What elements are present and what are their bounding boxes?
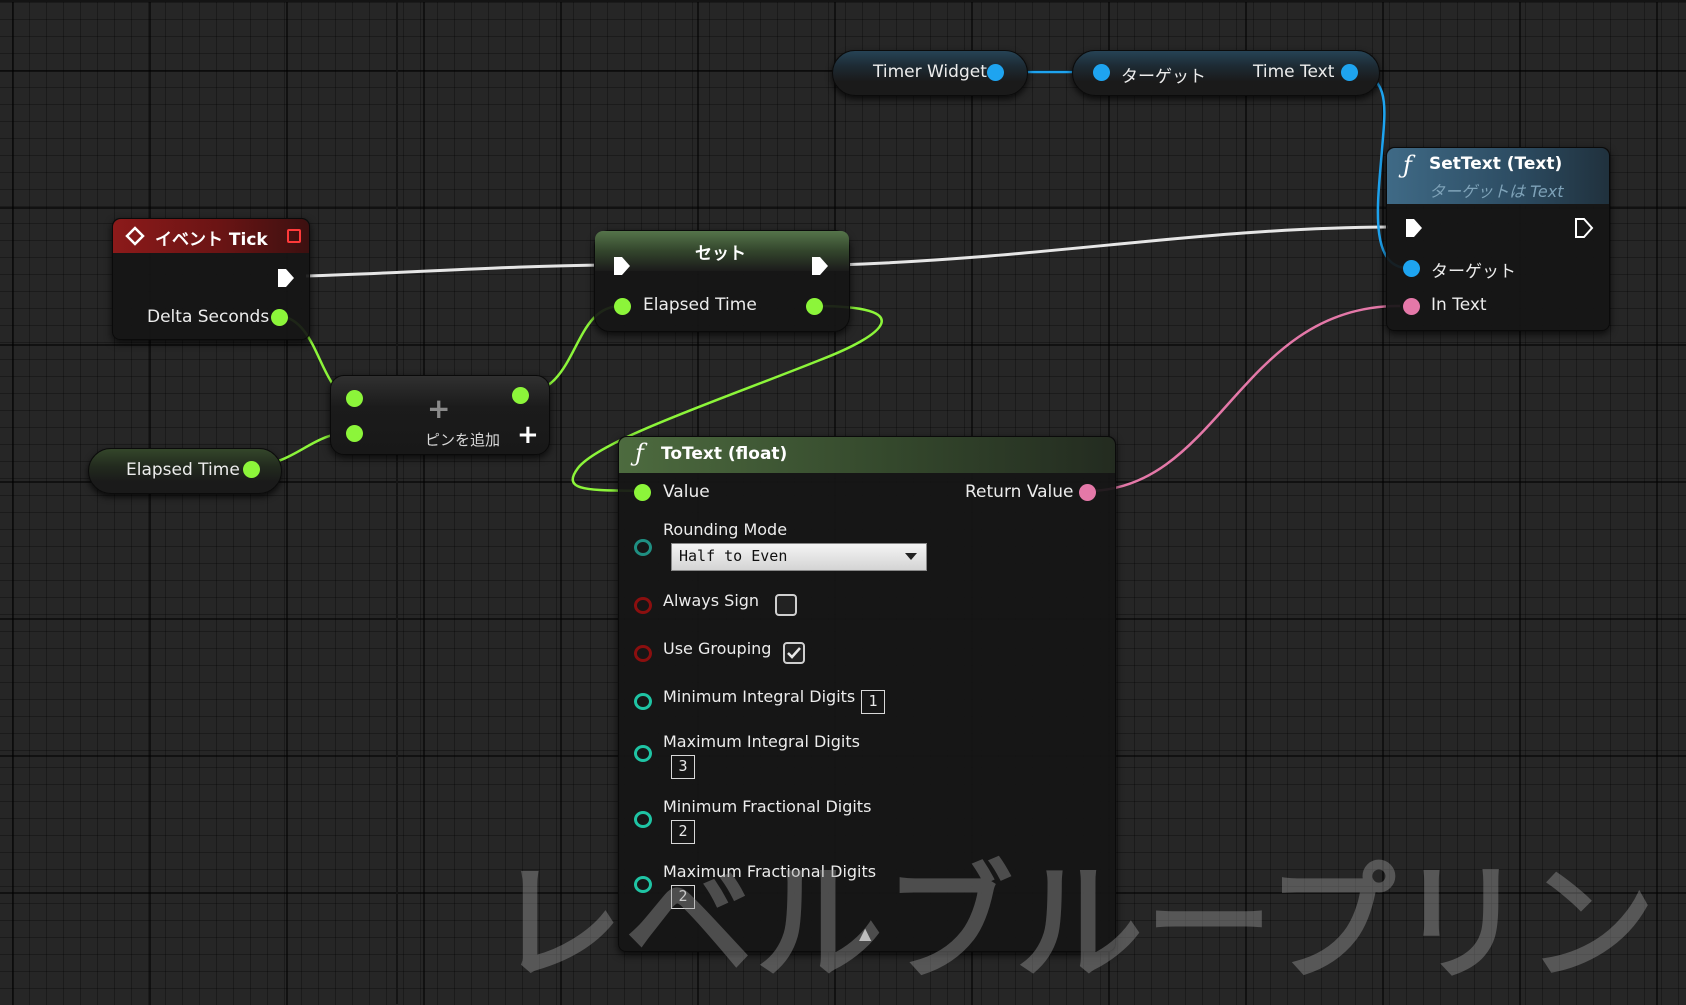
elapsed-time-getter-node[interactable]: Elapsed Time bbox=[88, 448, 282, 494]
time-text-output-label: Time Text bbox=[1253, 62, 1335, 82]
min-fractional-digits-pin[interactable] bbox=[634, 811, 652, 828]
rounding-mode-label: Rounding Mode bbox=[663, 520, 788, 539]
function-icon: ƒ bbox=[1403, 151, 1412, 179]
to-text-float-node[interactable]: ƒ ToText (float) Value Return Value Roun… bbox=[618, 436, 1116, 952]
set-text-node[interactable]: ƒ SetText (Text) ターゲットは Text ターゲット In Te… bbox=[1386, 147, 1610, 331]
set-elapsed-time-node[interactable]: セット Elapsed Time bbox=[594, 230, 850, 332]
add-input-a-pin[interactable] bbox=[346, 390, 363, 407]
time-text-target-pin[interactable] bbox=[1093, 64, 1110, 81]
rounding-mode-value: Half to Even bbox=[679, 547, 788, 565]
time-text-target-label: ターゲット bbox=[1121, 67, 1206, 87]
timer-widget-out-pin[interactable] bbox=[987, 64, 1004, 81]
add-operator-icon: + bbox=[427, 392, 451, 425]
add-output-pin[interactable] bbox=[512, 387, 529, 404]
max-fractional-digits-input[interactable]: 2 bbox=[671, 885, 695, 909]
always-sign-label: Always Sign bbox=[663, 591, 760, 610]
set-elapsed-time-label: Elapsed Time bbox=[643, 295, 757, 315]
time-text-out-pin[interactable] bbox=[1341, 64, 1358, 81]
rounding-mode-pin[interactable] bbox=[634, 539, 652, 556]
set-text-in-text-pin[interactable] bbox=[1403, 298, 1420, 315]
min-fractional-digits-label: Minimum Fractional Digits bbox=[663, 797, 872, 816]
collapse-arrow-icon[interactable]: ▲ bbox=[859, 924, 871, 943]
add-input-b-pin[interactable] bbox=[346, 425, 363, 442]
min-integral-digits-pin[interactable] bbox=[634, 693, 652, 710]
max-fractional-digits-label: Maximum Fractional Digits bbox=[663, 862, 877, 881]
delta-seconds-label: Delta Seconds bbox=[147, 307, 270, 327]
timer-widget-label: Timer Widget bbox=[873, 62, 987, 82]
set-exec-out-pin[interactable] bbox=[809, 255, 831, 277]
use-grouping-label: Use Grouping bbox=[663, 639, 772, 658]
event-tick-node[interactable]: イベント Tick Delta Seconds bbox=[112, 218, 310, 340]
chevron-down-icon bbox=[905, 553, 917, 560]
to-text-value-pin[interactable] bbox=[634, 484, 651, 501]
exec-wire-set-to-settext bbox=[835, 225, 1389, 267]
rounding-mode-dropdown[interactable]: Half to Even bbox=[671, 543, 927, 571]
set-node-title: セット bbox=[695, 244, 746, 264]
text-wire-return-to-intext bbox=[1086, 304, 1401, 493]
max-integral-digits-pin[interactable] bbox=[634, 745, 652, 762]
event-diamond-icon bbox=[125, 226, 145, 246]
set-text-target-label: ターゲット bbox=[1431, 262, 1516, 282]
timer-widget-getter-node[interactable]: Timer Widget bbox=[832, 50, 1028, 96]
check-icon bbox=[787, 647, 801, 659]
to-text-value-label: Value bbox=[663, 482, 710, 502]
set-elapsed-time-in-pin[interactable] bbox=[614, 298, 631, 315]
min-fractional-digits-input[interactable]: 2 bbox=[671, 820, 695, 844]
set-text-title: SetText (Text) bbox=[1429, 154, 1563, 174]
max-fractional-digits-pin[interactable] bbox=[634, 876, 652, 893]
set-text-exec-in-pin[interactable] bbox=[1403, 217, 1425, 239]
elapsed-time-getter-pin[interactable] bbox=[243, 461, 260, 478]
max-integral-digits-label: Maximum Integral Digits bbox=[663, 732, 860, 751]
set-text-target-pin[interactable] bbox=[1403, 260, 1420, 277]
time-text-getter-node[interactable]: ターゲット Time Text bbox=[1072, 50, 1380, 96]
use-grouping-pin[interactable] bbox=[634, 645, 652, 662]
exec-out-pin[interactable] bbox=[275, 267, 297, 289]
use-grouping-checkbox[interactable] bbox=[783, 642, 805, 664]
set-text-in-text-label: In Text bbox=[1431, 295, 1487, 315]
add-pin-plus-icon[interactable]: + bbox=[517, 420, 539, 450]
add-float-node[interactable]: + ピンを追加 + bbox=[330, 375, 550, 455]
set-text-subtitle: ターゲットは Text bbox=[1429, 182, 1564, 201]
to-text-title: ToText (float) bbox=[661, 444, 788, 464]
to-text-return-pin[interactable] bbox=[1079, 484, 1096, 501]
set-text-exec-out-pin[interactable] bbox=[1573, 217, 1595, 239]
event-close-icon[interactable] bbox=[287, 229, 301, 243]
delta-seconds-pin[interactable] bbox=[271, 309, 288, 326]
function-icon: ƒ bbox=[635, 439, 644, 467]
set-elapsed-time-out-pin[interactable] bbox=[806, 298, 823, 315]
max-integral-digits-input[interactable]: 3 bbox=[671, 755, 695, 779]
always-sign-pin[interactable] bbox=[634, 597, 652, 614]
min-integral-digits-label: Minimum Integral Digits bbox=[663, 687, 856, 706]
set-exec-in-pin[interactable] bbox=[611, 255, 633, 277]
min-integral-digits-input[interactable]: 1 bbox=[861, 690, 885, 714]
to-text-return-label: Return Value bbox=[965, 482, 1074, 502]
elapsed-time-getter-label: Elapsed Time bbox=[126, 460, 240, 480]
event-tick-title: イベント Tick bbox=[155, 230, 268, 250]
add-pin-label[interactable]: ピンを追加 bbox=[425, 429, 500, 450]
exec-wire-tick-to-set bbox=[305, 263, 611, 278]
always-sign-checkbox[interactable] bbox=[775, 594, 797, 616]
